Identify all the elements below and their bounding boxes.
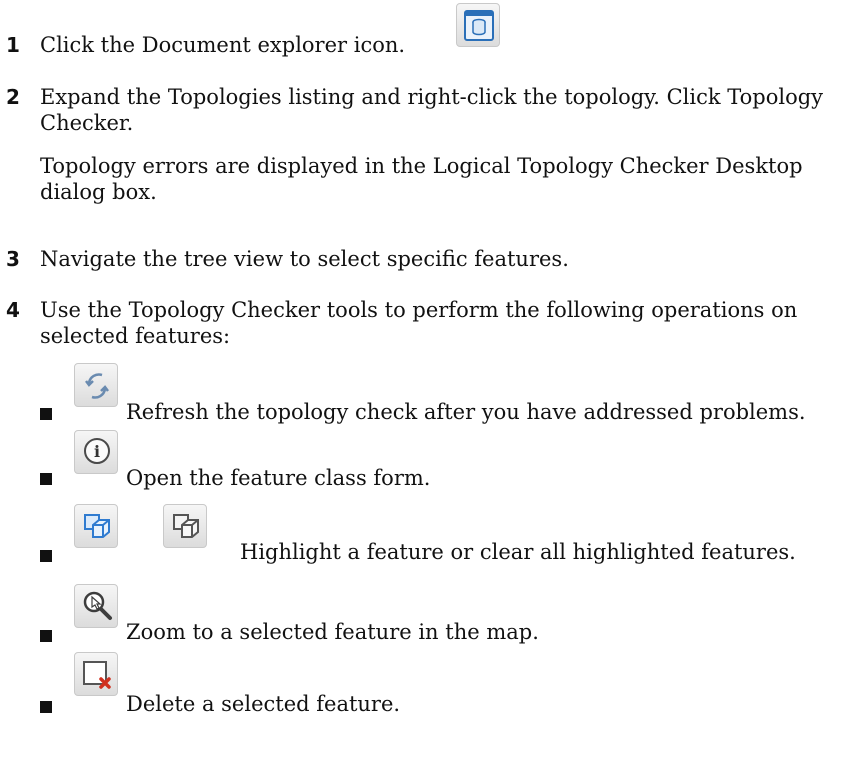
document-explorer-icon — [456, 3, 500, 47]
step-number: 3 — [6, 247, 20, 271]
delete-feature-icon — [74, 652, 118, 696]
bullet — [40, 473, 52, 485]
bullet — [40, 408, 52, 420]
refresh-icon — [74, 363, 118, 407]
step-note-line: Topology errors are displayed in the Log… — [40, 154, 803, 178]
info-icon: i — [74, 430, 118, 474]
svg-text:i: i — [94, 442, 100, 461]
tool-description: Open the feature class form. — [126, 466, 431, 490]
step-number: 2 — [6, 85, 20, 109]
bullet — [40, 630, 52, 642]
tool-description: Delete a selected feature. — [126, 692, 401, 716]
bullet — [40, 550, 52, 562]
highlight-feature-icon — [74, 504, 118, 548]
bullet — [40, 701, 52, 713]
tool-description: Highlight a feature or clear all highlig… — [240, 540, 796, 564]
tool-description: Refresh the topology check after you hav… — [126, 400, 806, 424]
step-note-line: dialog box. — [40, 180, 157, 204]
step-text-line: Checker. — [40, 111, 134, 135]
step-number: 1 — [6, 33, 20, 57]
tool-description: Zoom to a selected feature in the map. — [126, 620, 539, 644]
step-text-line: Expand the Topologies listing and right-… — [40, 85, 824, 109]
step-text: Navigate the tree view to select specifi… — [40, 247, 569, 271]
clear-highlight-icon — [163, 504, 207, 548]
step-text-line: Use the Topology Checker tools to perfor… — [40, 298, 798, 322]
step-number: 4 — [6, 298, 20, 322]
step-text-line: selected features: — [40, 324, 231, 348]
zoom-to-feature-icon — [74, 584, 118, 628]
step-text: Click the Document explorer icon. — [40, 33, 406, 57]
